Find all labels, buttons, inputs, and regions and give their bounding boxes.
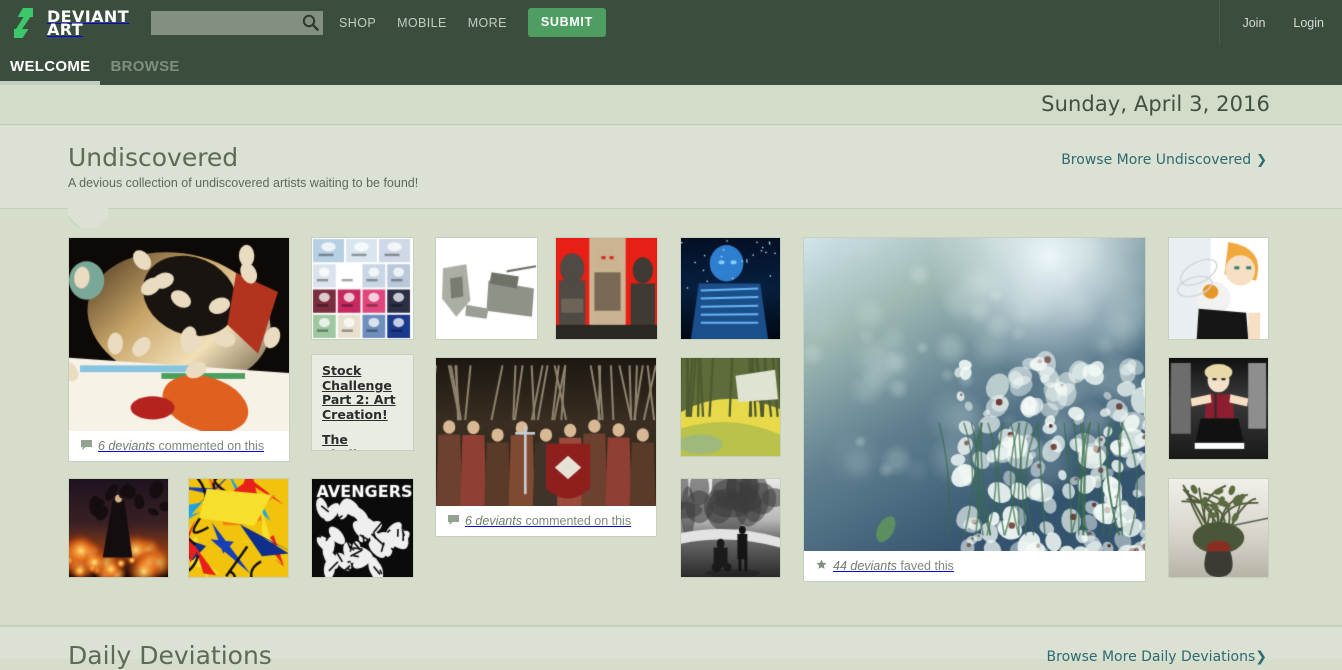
thumbnail-image bbox=[1169, 238, 1268, 339]
browse-more-daily-label: Browse More Daily Deviations bbox=[1046, 649, 1256, 665]
secondary-nav-bar: WELCOME BROWSE bbox=[0, 45, 1342, 85]
section-subtitle: A devious collection of undiscovered art… bbox=[68, 176, 419, 190]
thumbnail-image bbox=[556, 238, 657, 339]
fav-count-suffix: faved this bbox=[900, 558, 954, 573]
comment-bubble-icon bbox=[448, 514, 459, 529]
thumbnail-image bbox=[681, 238, 780, 339]
page-title: Undiscovered bbox=[68, 143, 239, 172]
tile-burning-figure[interactable] bbox=[68, 478, 169, 578]
comment-count-value: 6 deviants bbox=[98, 438, 155, 453]
top-header-bar: DEVIANT ART SHOP MOBILE MORE SUBMIT Join… bbox=[0, 0, 1342, 45]
thumbnail-image bbox=[312, 238, 413, 339]
divider-line bbox=[0, 208, 1342, 209]
fav-count-text: 44 deviants faved this bbox=[833, 559, 954, 574]
undiscovered-gallery: 6 deviants commented on this 44 deviants … bbox=[0, 229, 1342, 625]
thumbnail-image bbox=[681, 479, 780, 577]
browse-more-undiscovered-link[interactable]: Browse More Undiscovered ❯ bbox=[1061, 152, 1267, 168]
tile-anime-couple[interactable]: 6 deviants commented on this bbox=[68, 237, 290, 462]
comment-count-suffix: commented on this bbox=[525, 513, 632, 528]
stock-challenge-title: Stock Challenge Part 2: Art Creation! bbox=[322, 363, 396, 422]
search-container bbox=[151, 10, 324, 35]
comment-count-badge: 6 deviants commented on this bbox=[69, 431, 289, 461]
divider-notch bbox=[68, 208, 108, 228]
thumbnail-image bbox=[436, 238, 537, 339]
tile-avengers[interactable] bbox=[311, 478, 414, 578]
primary-nav: SHOP MOBILE MORE bbox=[339, 16, 507, 30]
search-input[interactable] bbox=[151, 10, 324, 35]
tile-tank-render[interactable] bbox=[435, 237, 538, 340]
comment-count-suffix: commented on this bbox=[158, 438, 265, 453]
comment-count-badge: 6 deviants commented on this bbox=[436, 506, 656, 536]
thumbnail-image bbox=[69, 238, 289, 431]
tile-stock-challenge-text[interactable]: Stock Challenge Part 2: Art Creation! The… bbox=[311, 354, 414, 451]
thumbnail-image bbox=[69, 479, 168, 577]
submit-button[interactable]: SUBMIT bbox=[527, 8, 606, 37]
tile-yellow-sketch[interactable] bbox=[680, 357, 781, 457]
fav-count-badge: 44 deviants faved this bbox=[804, 551, 1145, 581]
thumbnail-image bbox=[436, 358, 656, 506]
thumbnail-image bbox=[1169, 479, 1268, 577]
tile-red-figures[interactable] bbox=[555, 237, 658, 340]
tile-bw-street[interactable] bbox=[680, 478, 781, 578]
daily-deviations-section-header: Daily Deviations Browse More Daily Devia… bbox=[0, 627, 1342, 670]
browse-more-label: Browse More Undiscovered bbox=[1061, 152, 1252, 168]
tile-knights[interactable]: 6 deviants commented on this bbox=[435, 357, 657, 537]
daily-deviations-title: Daily Deviations bbox=[68, 641, 272, 670]
browse-more-daily-deviations-link[interactable]: Browse More Daily Deviations❯ bbox=[1047, 649, 1267, 665]
section-divider bbox=[0, 208, 1342, 230]
date-bar: Sunday, April 3, 2016 bbox=[0, 85, 1342, 125]
tile-harley-cosplay[interactable] bbox=[1168, 357, 1269, 460]
current-date: Sunday, April 3, 2016 bbox=[1041, 92, 1270, 116]
undiscovered-section-header: Undiscovered A devious collection of und… bbox=[0, 126, 1342, 209]
tile-blue-portrait[interactable] bbox=[680, 237, 781, 340]
tile-fairy-girl[interactable] bbox=[1168, 237, 1269, 340]
notch-triangle-icon bbox=[68, 208, 108, 227]
comment-count-text: 6 deviants commented on this bbox=[98, 439, 264, 454]
fav-count-value: 44 deviants bbox=[833, 558, 897, 573]
tab-welcome[interactable]: WELCOME bbox=[0, 58, 101, 85]
tile-graffiti[interactable] bbox=[188, 478, 289, 578]
comment-bubble-icon bbox=[81, 439, 92, 454]
tile-bokeh-flowers[interactable]: 44 deviants faved this bbox=[803, 237, 1146, 582]
tile-plant-head[interactable] bbox=[1168, 478, 1269, 578]
chevron-right-icon: ❯ bbox=[1256, 153, 1267, 168]
thumbnail-image bbox=[312, 479, 413, 577]
nav-item-mobile[interactable]: MOBILE bbox=[397, 16, 447, 30]
account-nav: Join Login bbox=[1219, 0, 1342, 45]
comment-count-value: 6 deviants bbox=[465, 513, 522, 528]
tab-browse[interactable]: BROWSE bbox=[100, 58, 189, 85]
stock-challenge-subtitle: The Challenge bbox=[322, 432, 392, 450]
tile-comic-page[interactable] bbox=[311, 237, 414, 340]
thumbnail-image bbox=[1169, 358, 1268, 459]
lightning-bolt-icon bbox=[14, 7, 40, 38]
nav-item-more[interactable]: MORE bbox=[468, 16, 507, 30]
comment-count-text: 6 deviants commented on this bbox=[465, 514, 631, 529]
chevron-right-icon-2: ❯ bbox=[1255, 649, 1267, 665]
nav-item-shop[interactable]: SHOP bbox=[339, 16, 376, 30]
star-icon bbox=[816, 559, 827, 574]
thumbnail-image bbox=[681, 358, 780, 456]
deviantart-logo[interactable]: DEVIANT ART bbox=[14, 0, 129, 45]
logo-wordmark: DEVIANT ART bbox=[47, 9, 129, 38]
login-link[interactable]: Login bbox=[1293, 16, 1324, 30]
thumbnail-image bbox=[804, 238, 1145, 551]
thumbnail-image bbox=[189, 479, 288, 577]
join-link[interactable]: Join bbox=[1242, 16, 1265, 30]
